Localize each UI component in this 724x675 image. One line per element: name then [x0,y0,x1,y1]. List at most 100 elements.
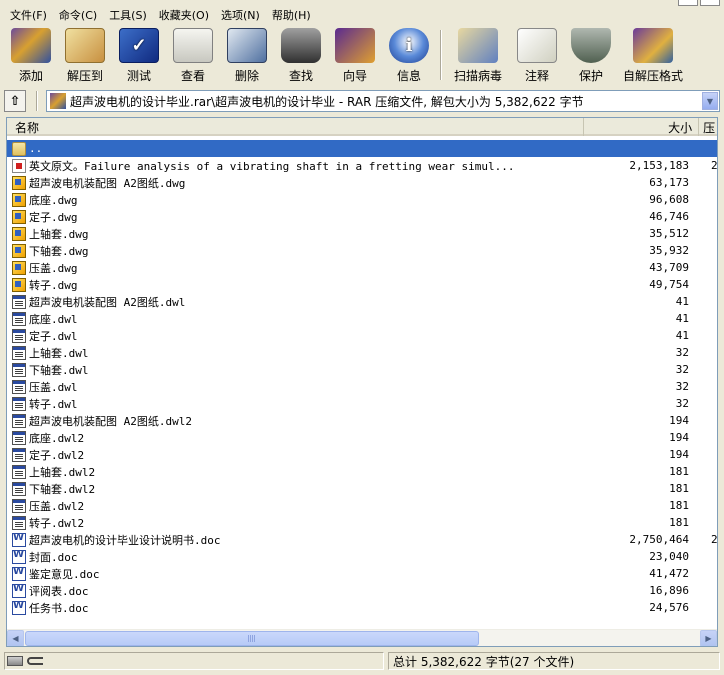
dwg-file-icon [12,243,26,258]
file-name: 超声波电机装配图 A2图纸.dwl [29,295,186,309]
address-dropdown-button[interactable]: ▼ [702,92,718,110]
virus-scan-button[interactable]: 扫描病毒 [446,26,510,84]
file-row[interactable]: 封面.doc 23,040 [7,548,717,565]
dwl-file-icon [12,430,26,445]
dwg-file-icon [12,192,26,207]
scroll-right-button[interactable]: ▶ [700,630,717,646]
list-header: 名称 大小 压 [7,118,717,136]
file-name: 底座.dwl2 [29,431,85,445]
file-name: 超声波电机的设计毕业设计说明书.doc [29,533,221,547]
column-header-size[interactable]: 大小 [584,118,700,136]
file-row[interactable]: 压盖.dwl2 181 [7,497,717,514]
file-row[interactable]: 定子.dwl2 194 [7,446,717,463]
drive-icon[interactable] [7,656,23,666]
dwl-file-icon [12,379,26,394]
extract-to-button[interactable]: 解压到 [58,26,112,84]
parent-folder-icon [12,141,26,156]
file-row[interactable]: 底座.dwg 96,608 [7,191,717,208]
find-binoculars-icon [281,28,321,63]
test-button[interactable]: ✓ 测试 [112,26,166,84]
column-header-ratio[interactable]: 压 [699,118,717,136]
delete-button[interactable]: 删除 [220,26,274,84]
file-row[interactable]: 压盖.dwg 43,709 [7,259,717,276]
file-row[interactable]: 转子.dwl2 181 [7,514,717,531]
rar-archive-icon [50,93,66,109]
file-row[interactable]: 底座.dwl 41 [7,310,717,327]
file-row[interactable]: 定子.dwg 46,746 [7,208,717,225]
file-name: 压盖.dwg [29,261,78,275]
menu-command[interactable]: 命令(C) [53,5,103,25]
menu-help[interactable]: 帮助(H) [266,5,317,25]
find-button[interactable]: 查找 [274,26,328,84]
file-size: 35,932 [649,244,689,257]
file-row[interactable]: 下轴套.dwg 35,932 [7,242,717,259]
file-row[interactable]: 上轴套.dwl 32 [7,344,717,361]
wizard-icon [335,28,375,63]
test-label: 测试 [126,69,151,83]
file-row[interactable]: 超声波电机的设计毕业设计说明书.doc 2,750,464 2 [7,531,718,548]
protect-label: 保护 [578,69,603,83]
file-name: 底座.dwl [29,312,78,326]
menu-options[interactable]: 选项(N) [215,5,266,25]
dwl-file-icon [12,362,26,377]
view-button[interactable]: 查看 [166,26,220,84]
file-row[interactable]: 上轴套.dwg 35,512 [7,225,717,242]
file-size: 32 [675,363,689,376]
file-row[interactable]: 下轴套.dwl 32 [7,361,717,378]
comment-label: 注释 [524,69,549,83]
menu-favorites[interactable]: 收藏夹(O) [153,5,215,25]
info-button[interactable]: i 信息 [382,26,436,84]
scroll-left-button[interactable]: ◀ [7,630,24,646]
add-label: 添加 [18,69,43,83]
protect-shield-icon [571,28,611,63]
file-name: 转子.dwl [29,397,78,411]
file-name: 封面.doc [29,550,78,564]
menu-tools[interactable]: 工具(S) [103,5,153,25]
dwl-file-icon [12,328,26,343]
file-row[interactable]: 超声波电机装配图 A2图纸.dwg 63,173 [7,174,717,191]
dwl-file-icon [12,345,26,360]
file-name: 任务书.doc [29,601,89,615]
dwl-file-icon [12,447,26,462]
dwl-file-icon [12,515,26,530]
up-folder-button[interactable]: ⇧ [4,90,26,112]
file-name: .. [29,142,43,155]
file-row[interactable]: 底座.dwl2 194 [7,429,717,446]
file-row[interactable]: 转子.dwg 49,754 [7,276,717,293]
scroll-thumb[interactable] [25,631,479,646]
file-row[interactable]: 评阅表.doc 16,896 [7,582,717,599]
file-row[interactable]: 上轴套.dwl2 181 [7,463,717,480]
comment-button[interactable]: 注释 [510,26,564,84]
wizard-button[interactable]: 向导 [328,26,382,84]
menu-file[interactable]: 文件(F) [4,5,53,25]
file-row[interactable]: 任务书.doc 24,576 [7,599,717,616]
file-name: 下轴套.dwg [29,244,89,258]
view-label: 查看 [180,69,205,83]
dwl-file-icon [12,294,26,309]
file-name: 转子.dwl2 [29,516,85,530]
file-size: 181 [669,516,689,529]
file-row[interactable]: 压盖.dwl 32 [7,378,717,395]
file-ratio: 2 [711,533,718,546]
file-row[interactable]: 下轴套.dwl2 181 [7,480,717,497]
extract-to-icon [65,28,105,63]
file-row[interactable]: .. [7,140,717,157]
file-size: 43,709 [649,261,689,274]
protect-button[interactable]: 保护 [564,26,618,84]
sfx-button[interactable]: 自解压格式 [618,26,688,84]
file-size: 32 [675,397,689,410]
horizontal-scrollbar[interactable]: ◀ ▶ [7,629,717,646]
file-row[interactable]: 超声波电机装配图 A2图纸.dwl2 194 [7,412,717,429]
file-row[interactable]: 超声波电机装配图 A2图纸.dwl 41 [7,293,717,310]
file-row[interactable]: 定子.dwl 41 [7,327,717,344]
file-row[interactable]: 转子.dwl 32 [7,395,717,412]
address-separator [36,91,38,111]
add-button[interactable]: 添加 [4,26,58,84]
address-combobox[interactable]: 超声波电机的设计毕业.rar\超声波电机的设计毕业 - RAR 压缩文件, 解包… [46,90,720,112]
column-header-name[interactable]: 名称 [7,118,584,136]
key-icon[interactable] [27,657,43,665]
grip-icon [248,635,256,642]
file-row[interactable]: 英文原文。Failure analysis of a vibrating sha… [7,157,717,174]
file-name: 底座.dwg [29,193,78,207]
file-row[interactable]: 鉴定意见.doc 41,472 [7,565,717,582]
